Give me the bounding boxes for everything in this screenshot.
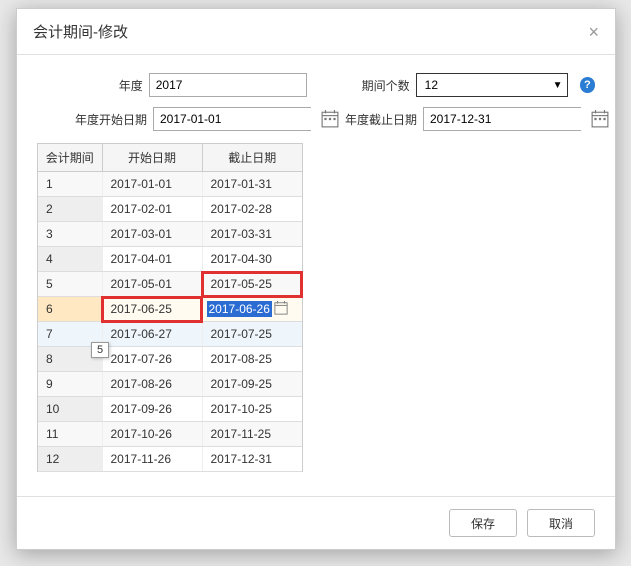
year-start-date-field[interactable] bbox=[154, 108, 321, 130]
tooltip-badge: 5 bbox=[91, 342, 109, 358]
cell-start-date[interactable]: 2017-11-26 bbox=[102, 447, 202, 472]
form-row-2: 年度开始日期 年度截止日期 bbox=[37, 107, 595, 131]
cell-period[interactable]: 5 bbox=[38, 272, 102, 297]
close-icon[interactable]: × bbox=[588, 23, 599, 41]
table-row[interactable]: 42017-04-012017-04-30 bbox=[38, 247, 302, 272]
cell-period[interactable]: 10 bbox=[38, 397, 102, 422]
cell-period[interactable]: 6 bbox=[38, 297, 102, 322]
cell-start-date[interactable]: 2017-02-01 bbox=[102, 197, 202, 222]
table-row[interactable]: 12017-01-012017-01-31 bbox=[38, 172, 302, 197]
modal-title: 会计期间-修改 bbox=[33, 21, 128, 42]
year-input[interactable] bbox=[149, 73, 307, 97]
cell-start-date[interactable]: 2017-06-25 bbox=[102, 297, 202, 322]
cell-period[interactable]: 12 bbox=[38, 447, 102, 472]
cell-end-date-editing[interactable]: 2017-06-26 bbox=[207, 301, 299, 318]
cell-period[interactable]: 1 bbox=[38, 172, 102, 197]
year-start-date-input[interactable] bbox=[153, 107, 311, 131]
modal-footer: 保存 取消 bbox=[17, 496, 615, 549]
cell-end-date[interactable]: 2017-06-26 bbox=[202, 297, 302, 322]
cell-start-date[interactable]: 2017-04-01 bbox=[102, 247, 202, 272]
period-count-select[interactable]: 12 ▼ bbox=[416, 73, 568, 97]
table-row[interactable]: 82017-07-262017-08-25 bbox=[38, 347, 302, 372]
cell-end-date[interactable]: 2017-04-30 bbox=[202, 247, 302, 272]
cell-period[interactable]: 4 bbox=[38, 247, 102, 272]
year-label: 年度 bbox=[37, 77, 143, 94]
table-row[interactable]: 122017-11-262017-12-31 bbox=[38, 447, 302, 472]
calendar-icon bbox=[321, 110, 339, 128]
cell-start-date[interactable]: 2017-01-01 bbox=[102, 172, 202, 197]
year-end-date-input[interactable] bbox=[423, 107, 581, 131]
selected-date-text: 2017-06-26 bbox=[207, 301, 272, 317]
table-row[interactable]: 52017-05-012017-05-25 bbox=[38, 272, 302, 297]
cell-start-date[interactable]: 2017-03-01 bbox=[102, 222, 202, 247]
cell-start-date[interactable]: 2017-10-26 bbox=[102, 422, 202, 447]
cell-period[interactable]: 3 bbox=[38, 222, 102, 247]
help-icon[interactable]: ? bbox=[580, 77, 595, 93]
table-row[interactable]: 22017-02-012017-02-28 bbox=[38, 197, 302, 222]
table-row[interactable]: 62017-06-25 2017-06-26 bbox=[38, 297, 302, 322]
calendar-icon[interactable] bbox=[274, 301, 290, 318]
col-end: 截止日期 bbox=[202, 144, 302, 172]
cell-end-date[interactable]: 2017-11-25 bbox=[202, 422, 302, 447]
table-row[interactable]: 112017-10-262017-11-25 bbox=[38, 422, 302, 447]
cell-period[interactable]: 2 bbox=[38, 197, 102, 222]
cell-start-date[interactable]: 2017-07-26 bbox=[102, 347, 202, 372]
cell-start-date[interactable]: 2017-06-27 bbox=[102, 322, 202, 347]
cell-end-date[interactable]: 2017-02-28 bbox=[202, 197, 302, 222]
cell-end-date[interactable]: 2017-09-25 bbox=[202, 372, 302, 397]
calendar-icon bbox=[591, 110, 609, 128]
end-date-label: 年度截止日期 bbox=[337, 111, 417, 128]
cell-period[interactable]: 9 bbox=[38, 372, 102, 397]
start-date-label: 年度开始日期 bbox=[37, 111, 147, 128]
cell-start-date[interactable]: 2017-09-26 bbox=[102, 397, 202, 422]
col-start: 开始日期 bbox=[102, 144, 202, 172]
cancel-button[interactable]: 取消 bbox=[527, 509, 595, 537]
modal-header: 会计期间-修改 × bbox=[17, 9, 615, 55]
table-row[interactable]: 32017-03-012017-03-31 bbox=[38, 222, 302, 247]
period-count-value: 12 bbox=[417, 76, 549, 94]
cell-end-date[interactable]: 2017-10-25 bbox=[202, 397, 302, 422]
table-row[interactable]: 92017-08-262017-09-25 bbox=[38, 372, 302, 397]
cell-start-date[interactable]: 2017-05-01 bbox=[102, 272, 202, 297]
form-row-1: 年度 期间个数 12 ▼ ? bbox=[37, 73, 595, 97]
year-end-date-field[interactable] bbox=[424, 108, 591, 130]
cell-end-date[interactable]: 2017-07-25 bbox=[202, 322, 302, 347]
count-label: 期间个数 bbox=[333, 77, 410, 94]
modal-dialog: 会计期间-修改 × 年度 期间个数 12 ▼ ? 年度开始日期 年度截止日期 bbox=[16, 8, 616, 550]
chevron-down-icon: ▼ bbox=[549, 80, 567, 91]
periods-table-wrap: 会计期间 开始日期 截止日期 12017-01-012017-01-312201… bbox=[37, 143, 303, 472]
cell-end-date[interactable]: 2017-08-25 bbox=[202, 347, 302, 372]
modal-body: 年度 期间个数 12 ▼ ? 年度开始日期 年度截止日期 bbox=[17, 55, 615, 482]
table-row[interactable]: 72017-06-272017-07-25 bbox=[38, 322, 302, 347]
cell-period[interactable]: 11 bbox=[38, 422, 102, 447]
save-button[interactable]: 保存 bbox=[449, 509, 517, 537]
cell-start-date[interactable]: 2017-08-26 bbox=[102, 372, 202, 397]
periods-table: 会计期间 开始日期 截止日期 12017-01-012017-01-312201… bbox=[38, 144, 302, 472]
table-row[interactable]: 102017-09-262017-10-25 bbox=[38, 397, 302, 422]
col-period: 会计期间 bbox=[38, 144, 102, 172]
cell-end-date[interactable]: 2017-05-25 bbox=[202, 272, 302, 297]
cell-end-date[interactable]: 2017-12-31 bbox=[202, 447, 302, 472]
cell-end-date[interactable]: 2017-03-31 bbox=[202, 222, 302, 247]
cell-end-date[interactable]: 2017-01-31 bbox=[202, 172, 302, 197]
